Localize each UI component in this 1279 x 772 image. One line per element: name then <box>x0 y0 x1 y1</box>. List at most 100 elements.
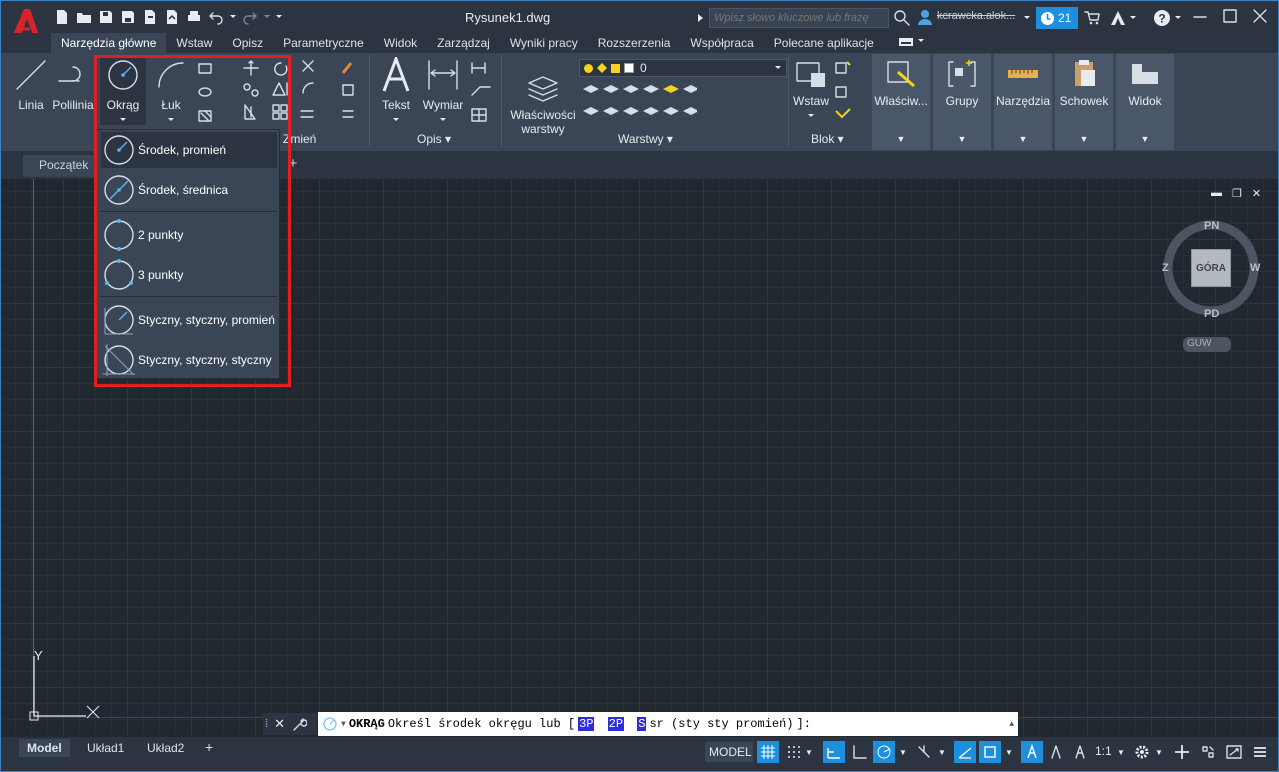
tab-home[interactable]: Narzędzia główne <box>51 33 167 53</box>
wcs-menu[interactable]: GUW <box>1183 337 1231 352</box>
customize-qat-icon[interactable] <box>275 8 283 26</box>
annotation-small-tools[interactable] <box>469 59 501 125</box>
tab-featured-apps[interactable]: Polecane aplikacje <box>764 33 884 53</box>
polar-tracking-icon[interactable] <box>873 741 895 763</box>
compass-south[interactable]: PD <box>1204 308 1219 320</box>
customize-menu-icon[interactable] <box>1249 741 1271 763</box>
save-as-icon[interactable] <box>119 8 137 26</box>
layout-tab-model[interactable]: Model <box>19 739 70 757</box>
groups-panel[interactable]: Grupy ▼ <box>933 54 991 150</box>
model-space-button[interactable]: MODEL <box>705 742 753 762</box>
dimension-dropdown-icon[interactable] <box>439 117 447 123</box>
properties-panel[interactable]: Właściw... ▼ <box>872 54 930 150</box>
app-dropdown-icon[interactable] <box>1129 14 1137 22</box>
compass-east[interactable]: W <box>1250 262 1260 274</box>
viewport-minimize-icon[interactable]: ▬ <box>1211 187 1222 200</box>
user-name[interactable]: kcrawcka.alok... <box>937 10 1015 22</box>
view-panel[interactable]: Widok ▼ <box>1116 54 1174 150</box>
object-snap-dropdown-icon[interactable]: ▼ <box>1003 741 1015 763</box>
command-grip-icon[interactable]: ⁞ <box>265 718 268 730</box>
undo-icon[interactable] <box>207 8 225 26</box>
command-close-icon[interactable]: ✕ <box>274 716 285 732</box>
block-panel-label[interactable]: Blok ▾ <box>811 132 844 146</box>
line-button[interactable]: Linia <box>11 57 51 112</box>
layer-tools-icons[interactable] <box>581 83 697 123</box>
polar-dropdown-icon[interactable]: ▼ <box>897 741 909 763</box>
search-expand-icon[interactable] <box>697 13 705 23</box>
text-dropdown-icon[interactable] <box>392 117 400 123</box>
properties-expand-icon[interactable]: ▼ <box>872 134 930 144</box>
dimension-button[interactable]: Wymiar <box>419 57 467 126</box>
polyline-button[interactable]: Polilinia <box>51 57 95 112</box>
fullscreen-icon[interactable] <box>1223 741 1245 763</box>
maximize-icon[interactable] <box>1223 6 1237 26</box>
viewport-close-icon[interactable]: ✕ <box>1252 187 1261 200</box>
insert-block-button[interactable]: Wstaw <box>791 57 831 122</box>
open-folder-icon[interactable] <box>75 8 93 26</box>
command-customize-wrench-icon[interactable] <box>291 716 307 732</box>
layer-dropdown-icon[interactable] <box>774 65 782 71</box>
help-icon[interactable]: ? <box>1153 9 1171 27</box>
publish-icon[interactable] <box>141 8 159 26</box>
object-snap-icon[interactable] <box>979 741 1001 763</box>
tab-start[interactable]: Początek <box>23 155 95 177</box>
annotation-scale-icon[interactable] <box>1069 741 1091 763</box>
share-icon[interactable] <box>163 8 181 26</box>
auto-scale-icon[interactable] <box>1045 741 1067 763</box>
search-input[interactable] <box>709 8 889 28</box>
user-dropdown-icon[interactable] <box>1023 14 1031 22</box>
clipboard-expand-icon[interactable]: ▼ <box>1055 134 1113 144</box>
command-scroll-up-icon[interactable]: ▲ <box>1009 720 1014 729</box>
redo-icon[interactable] <box>241 8 259 26</box>
save-icon[interactable] <box>97 8 115 26</box>
tab-insert[interactable]: Wstaw <box>166 33 222 53</box>
help-dropdown-icon[interactable] <box>1174 14 1182 22</box>
annotation-panel-label[interactable]: Opis ▾ <box>417 132 451 146</box>
viewport-restore-icon[interactable]: ❐ <box>1232 187 1242 200</box>
insert-dropdown-icon[interactable] <box>807 113 815 119</box>
layer-properties-button[interactable]: Właściwości warstwy <box>507 57 579 150</box>
block-small-tools[interactable] <box>833 59 865 125</box>
layer-dropdown[interactable]: 0 <box>579 59 787 77</box>
clipboard-panel[interactable]: Schowek ▼ <box>1055 54 1113 150</box>
compass-north[interactable]: PN <box>1204 220 1219 232</box>
command-option-ssr-rest[interactable]: sr (sty sty promień) <box>649 717 793 731</box>
minimize-icon[interactable] <box>1193 6 1207 26</box>
command-option-2p[interactable]: 2P <box>607 717 625 731</box>
command-option-3p[interactable]: 3P <box>578 717 595 731</box>
isodraft-dropdown-icon[interactable]: ▼ <box>936 741 948 763</box>
annotation-visibility-icon[interactable] <box>1021 741 1043 763</box>
workspace-dropdown-icon[interactable]: ▼ <box>1153 741 1165 763</box>
undo-dropdown-icon[interactable] <box>229 8 237 26</box>
tab-addins[interactable]: Rozszerzenia <box>588 33 681 53</box>
tab-output[interactable]: Wyniki pracy <box>500 33 588 53</box>
tab-collaborate[interactable]: Współpraca <box>680 33 763 53</box>
ribbon-toggle-dropdown-icon[interactable] <box>917 37 925 45</box>
add-layout-plus-icon[interactable]: + <box>197 739 221 757</box>
command-option-ssr[interactable]: S <box>637 717 647 731</box>
command-input[interactable]: ▼ OKRĄG Określ środek okręgu lub [3P 2P … <box>318 712 1018 736</box>
snap-mode-icon[interactable] <box>783 741 805 763</box>
cart-icon[interactable] <box>1084 10 1100 26</box>
ribbon-toggle[interactable] <box>898 37 925 53</box>
workspace-gear-icon[interactable] <box>1131 741 1153 763</box>
tab-parametric[interactable]: Parametryczne <box>273 33 374 53</box>
view-expand-icon[interactable]: ▼ <box>1116 134 1174 144</box>
grid-toggle-icon[interactable] <box>757 741 779 763</box>
notifications-badge[interactable]: 21 <box>1036 7 1078 29</box>
close-icon[interactable] <box>1253 6 1267 26</box>
autodesk-app-icon[interactable] <box>1109 10 1127 26</box>
object-snap-tracking-icon[interactable] <box>954 741 976 763</box>
groups-expand-icon[interactable]: ▼ <box>933 134 991 144</box>
viewcube[interactable]: GÓRA PN PD Z W GUW <box>1161 219 1261 359</box>
ribbon-minimize-icon[interactable] <box>898 37 914 47</box>
tab-view[interactable]: Widok <box>374 33 427 53</box>
ortho-mode-icon[interactable] <box>848 741 870 763</box>
utilities-expand-icon[interactable]: ▼ <box>994 134 1052 144</box>
layout-tab-layout2[interactable]: Układ2 <box>139 739 192 757</box>
search-icon[interactable] <box>894 10 910 26</box>
isodraft-icon[interactable] <box>913 741 935 763</box>
new-file-icon[interactable] <box>53 8 71 26</box>
text-button[interactable]: Tekst <box>375 54 417 126</box>
viewcube-top-face[interactable]: GÓRA <box>1191 249 1231 287</box>
